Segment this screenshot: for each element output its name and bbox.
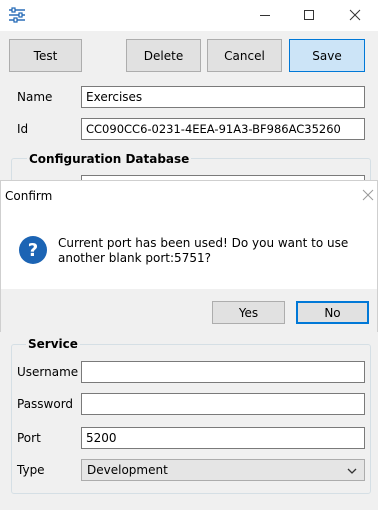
id-field[interactable]: CC090CC6-0231-4EEA-91A3-BF986AC35260: [81, 118, 365, 140]
service-title: Service: [26, 337, 80, 351]
chevron-down-icon: [346, 465, 358, 477]
minimize-icon[interactable]: [258, 8, 272, 22]
cancel-button[interactable]: Cancel: [207, 39, 282, 72]
confirm-dialog: Confirm ? Current port has been used! Do…: [0, 180, 378, 332]
svg-text:?: ?: [28, 240, 38, 261]
yes-button[interactable]: Yes: [212, 301, 285, 324]
close-icon[interactable]: [348, 8, 362, 22]
sliders-icon[interactable]: [8, 7, 26, 23]
port-field[interactable]: 5200: [81, 427, 365, 449]
dialog-message: Current port has been used! Do you want …: [58, 236, 349, 265]
password-field[interactable]: [81, 393, 365, 415]
type-select[interactable]: Development: [81, 459, 365, 481]
dialog-title: Confirm: [5, 189, 53, 203]
password-label: Password: [17, 397, 74, 411]
delete-button[interactable]: Delete: [126, 39, 201, 72]
name-field[interactable]: Exercises: [81, 86, 365, 108]
type-label: Type: [17, 463, 45, 477]
no-button[interactable]: No: [296, 301, 369, 324]
type-select-value: Development: [87, 463, 168, 477]
configuration-database-title: Configuration Database: [27, 152, 192, 166]
close-icon[interactable]: [361, 188, 375, 202]
port-label: Port: [17, 431, 41, 445]
save-button[interactable]: Save: [289, 39, 365, 72]
title-bar: [0, 0, 378, 31]
name-label: Name: [17, 90, 53, 104]
question-icon: ?: [18, 235, 48, 265]
test-button[interactable]: Test: [9, 39, 82, 72]
maximize-icon[interactable]: [302, 8, 316, 22]
username-label: Username: [17, 365, 79, 379]
dialog-footer: Yes No: [1, 289, 377, 332]
username-field[interactable]: [81, 361, 365, 383]
id-label: Id: [17, 122, 29, 136]
